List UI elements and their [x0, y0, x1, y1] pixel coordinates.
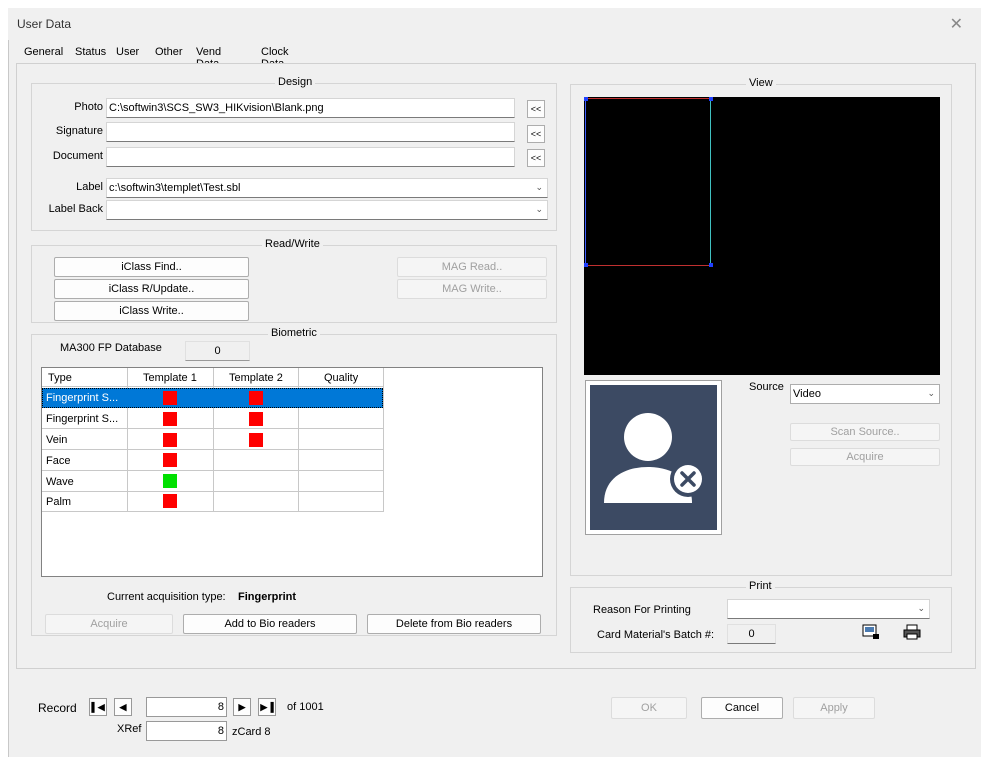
crop-handle[interactable] — [709, 97, 713, 101]
template-status-indicator — [249, 412, 263, 426]
record-label: Record — [38, 701, 77, 715]
photo-field[interactable]: C:\softwin3\SCS_SW3_HIKvision\Blank.png — [106, 98, 515, 118]
tab-user[interactable]: User — [113, 45, 142, 63]
col-template1[interactable]: Template 1 — [143, 372, 197, 384]
close-icon[interactable]: ✕ — [950, 14, 963, 34]
template-status-indicator — [163, 474, 177, 488]
record-count: of 1001 — [287, 701, 324, 713]
video-preview[interactable] — [584, 97, 940, 375]
template-status-indicator — [163, 433, 177, 447]
next-record-icon[interactable]: ▶ — [233, 698, 251, 716]
avatar[interactable] — [590, 385, 717, 530]
view-legend: View — [746, 77, 776, 89]
tab-status[interactable]: Status — [72, 45, 109, 63]
document-label: Document — [52, 150, 103, 162]
iclass-find-button[interactable]: iClass Find.. — [54, 257, 249, 277]
user-remove-icon — [604, 413, 706, 503]
col-type[interactable]: Type — [48, 372, 72, 384]
previous-record-icon[interactable]: ◀ — [114, 698, 132, 716]
printer-icon[interactable] — [903, 624, 921, 640]
apply-button[interactable]: Apply — [793, 697, 875, 719]
source-label: Source — [749, 381, 784, 393]
row-type: Wave — [46, 476, 74, 488]
mag-write-button[interactable]: MAG Write.. — [397, 279, 547, 299]
row-type: Face — [46, 455, 71, 467]
col-quality[interactable]: Quality — [324, 372, 358, 384]
photo-frame — [585, 380, 722, 535]
ok-button[interactable]: OK — [611, 697, 687, 719]
source-combo[interactable]: Video ⌄ — [790, 384, 940, 404]
print-preview-icon-svg — [862, 624, 879, 639]
template-status-indicator — [163, 391, 177, 405]
row-type: Fingerprint S... — [46, 413, 119, 425]
xref-field[interactable]: 8 — [146, 721, 227, 741]
template-status-indicator — [249, 433, 263, 447]
row-type: Palm — [46, 496, 72, 508]
crop-handle[interactable] — [584, 263, 588, 267]
add-to-bio-readers-button[interactable]: Add to Bio readers — [183, 614, 357, 634]
photo-label: Photo — [74, 101, 103, 113]
scan-source-button[interactable]: Scan Source.. — [790, 423, 940, 441]
acquisition-type-value: Fingerprint — [238, 591, 297, 603]
photo-browse-button[interactable]: << — [527, 100, 545, 118]
reason-combo[interactable]: ⌄ — [727, 599, 930, 619]
last-record-icon[interactable]: ▶▐ — [258, 698, 276, 716]
acquisition-type-label: Current acquisition type: — [107, 591, 226, 603]
cancel-button[interactable]: Cancel — [701, 697, 783, 719]
col-template2[interactable]: Template 2 — [229, 372, 283, 384]
iclass-write-button[interactable]: iClass Write.. — [54, 301, 249, 321]
chevron-down-icon: ⌄ — [927, 388, 935, 398]
row-type: Fingerprint S... — [46, 392, 119, 404]
window-title: User Data — [17, 17, 72, 31]
reason-label: Reason For Printing — [593, 604, 691, 616]
bio-acquire-button[interactable]: Acquire — [45, 614, 173, 634]
chevron-down-icon: ⌄ — [917, 603, 925, 613]
print-preview-icon[interactable] — [862, 624, 880, 640]
label-back-combo[interactable]: ⌄ — [106, 200, 548, 220]
row-type: Vein — [46, 434, 68, 446]
label-back-label: Label Back — [48, 203, 103, 215]
design-legend: Design — [275, 76, 316, 88]
source-combo-value: Video — [793, 388, 821, 400]
crop-handle[interactable] — [584, 97, 588, 101]
signature-label: Signature — [55, 125, 103, 137]
tab-other[interactable]: Other — [152, 45, 186, 63]
printer-icon-svg — [903, 624, 921, 640]
document-browse-button[interactable]: << — [527, 149, 545, 167]
template-status-indicator — [163, 453, 177, 467]
batch-label: Card Material's Batch #: — [597, 629, 715, 641]
xref-label: XRef — [117, 723, 142, 735]
label-combo-value: c:\softwin3\templet\Test.sbl — [109, 182, 241, 194]
label-label: Label — [76, 181, 103, 193]
template-status-indicator — [163, 494, 177, 508]
record-field[interactable]: 8 — [146, 697, 227, 717]
template-status-indicator — [249, 391, 263, 405]
tab-vend-data[interactable]: Vend Data — [193, 45, 224, 70]
crop-handle[interactable] — [709, 263, 713, 267]
zcard-text: zCard 8 — [232, 726, 271, 738]
first-record-icon[interactable]: ▌◀ — [89, 698, 107, 716]
label-combo[interactable]: c:\softwin3\templet\Test.sbl ⌄ — [106, 178, 548, 198]
chevron-down-icon: ⌄ — [535, 204, 543, 214]
bio-db-value: 0 — [185, 341, 250, 361]
biometric-legend: Biometric — [268, 327, 320, 339]
iclass-rupdate-button[interactable]: iClass R/Update.. — [54, 279, 249, 299]
title-bar: User Data ✕ — [8, 8, 981, 40]
readwrite-legend: Read/Write — [262, 238, 323, 250]
print-legend: Print — [746, 580, 775, 592]
grid-divider — [383, 368, 384, 512]
batch-field[interactable]: 0 — [727, 624, 776, 644]
mag-read-button[interactable]: MAG Read.. — [397, 257, 547, 277]
template-status-indicator — [163, 412, 177, 426]
tab-general[interactable]: General — [21, 45, 66, 63]
signature-browse-button[interactable]: << — [527, 125, 545, 143]
tab-clock-data[interactable]: Clock Data — [258, 45, 292, 70]
delete-from-bio-readers-button[interactable]: Delete from Bio readers — [367, 614, 541, 634]
crop-frame[interactable] — [585, 98, 711, 266]
chevron-down-icon: ⌄ — [535, 182, 543, 192]
view-acquire-button[interactable]: Acquire — [790, 448, 940, 466]
signature-field[interactable] — [106, 122, 515, 142]
bio-db-label: MA300 FP Database — [60, 342, 162, 354]
document-field[interactable] — [106, 147, 515, 167]
